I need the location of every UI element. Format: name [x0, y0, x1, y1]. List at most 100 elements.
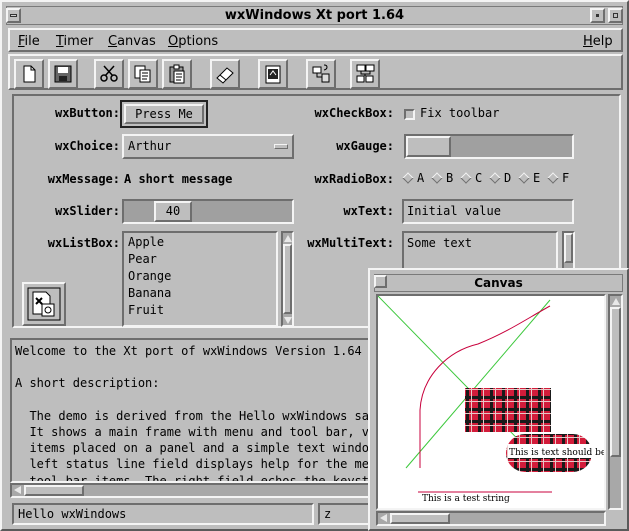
canvas-tartan-rect — [465, 388, 551, 432]
listbox-item[interactable]: Apple — [128, 235, 171, 252]
copy-button[interactable] — [128, 59, 158, 89]
canvas-window: Canvas This is text should be d This — [368, 268, 629, 531]
listbox[interactable]: Apple Pear Orange Banana Fruit — [122, 231, 278, 327]
radio-option-label: D — [504, 171, 512, 185]
maximize-button[interactable] — [608, 8, 623, 23]
scroll-left-icon[interactable] — [14, 486, 21, 494]
eraser-button[interactable] — [210, 59, 240, 89]
listbox-item[interactable]: Orange — [128, 269, 171, 286]
slider[interactable]: 40 — [122, 199, 294, 224]
canvas-title: Canvas — [474, 276, 523, 290]
radio-diamond-icon — [431, 172, 443, 184]
canvas-window-menu-button[interactable] — [374, 275, 387, 288]
help-button[interactable] — [306, 59, 336, 89]
choice-dropdown[interactable]: Arthur — [122, 134, 294, 159]
cut-icon — [100, 65, 118, 82]
eraser-icon — [216, 67, 234, 84]
listbox-items: Apple Pear Orange Banana Fruit — [128, 235, 171, 320]
window-title: wxWindows Xt port 1.64 — [224, 8, 405, 23]
text-window-line: Welcome to the Xt port of wxWindows Vers… — [15, 344, 362, 358]
paste-button[interactable] — [162, 59, 192, 89]
canvas-rounded-text: This is text should be d — [509, 448, 604, 458]
menu-canvas[interactable]: Canvas — [108, 34, 156, 49]
document-fiddle-icon — [27, 287, 61, 321]
save-icon — [54, 65, 72, 83]
checkbox-text: Fix toolbar — [420, 106, 500, 120]
message-label: wxMessage: — [47, 172, 120, 186]
help-icon — [312, 64, 330, 83]
canvas-test-string: This is a test string — [422, 494, 510, 504]
text-input[interactable]: Initial value — [402, 199, 574, 224]
cut-button[interactable] — [94, 59, 124, 89]
message-text: A short message — [124, 172, 233, 186]
hscroll-thumb[interactable] — [24, 485, 84, 496]
menu-timer[interactable]: Timer — [56, 34, 93, 49]
listbox-item[interactable]: Banana — [128, 286, 171, 303]
canvas-hscroll-thumb[interactable] — [390, 513, 450, 524]
listbox-label: wxListBox: — [47, 236, 120, 250]
drawing-canvas[interactable]: This is text should be d This is a test … — [376, 294, 606, 510]
window-menu-button[interactable] — [6, 8, 21, 23]
listbox-item[interactable]: Fruit — [128, 303, 171, 320]
text-window-line: left status line field displays help for… — [15, 457, 377, 472]
window-title-bar[interactable]: wxWindows Xt port 1.64 — [6, 6, 623, 25]
slider-label: wxSlider: — [54, 204, 120, 218]
canvas-scroll-left-icon[interactable] — [380, 514, 387, 522]
fix-toolbar-checkbox[interactable] — [404, 109, 415, 120]
gauge-label: wxGauge: — [336, 139, 394, 153]
status-left: Hello wxWindows — [12, 503, 314, 525]
checkbox-label: wxCheckBox: — [314, 106, 394, 120]
print-icon — [265, 65, 281, 84]
listbox-item[interactable]: Pear — [128, 252, 171, 269]
scroll-down-icon[interactable] — [284, 317, 292, 324]
menu-file[interactable]: File — [18, 34, 40, 49]
press-me-frame: Press Me — [120, 100, 208, 128]
panel-icon-button[interactable] — [22, 282, 66, 326]
button-label: wxButton: — [54, 106, 120, 120]
radio-diamond-icon — [460, 172, 472, 184]
text-window-line: items placed on a panel and a simple tex… — [15, 441, 377, 456]
canvas-vscrollbar[interactable] — [608, 294, 623, 510]
choice-label: wxChoice: — [54, 139, 120, 153]
multitext-value: Some text — [407, 236, 473, 250]
radio-option-label: F — [562, 171, 570, 185]
canvas-title-bar[interactable]: Canvas — [374, 274, 623, 292]
menu-help[interactable]: Help — [583, 34, 613, 49]
radio-diamond-icon — [547, 172, 559, 184]
text-label: wxText: — [343, 204, 394, 218]
radio-diamond-icon — [518, 172, 530, 184]
press-me-button[interactable]: Press Me — [124, 104, 204, 124]
toolbar — [8, 54, 623, 90]
radio-option-label: C — [475, 171, 483, 185]
text-window-line: It shows a main frame with menu and tool… — [15, 425, 377, 439]
network-icon — [356, 64, 375, 83]
text-window-line: A short description: — [15, 376, 160, 391]
new-button[interactable] — [14, 59, 44, 89]
text-window-line: tool bar items. The right field echos th… — [15, 473, 377, 481]
canvas-vscroll-thumb[interactable] — [610, 307, 621, 457]
network-button[interactable] — [350, 59, 380, 89]
text-window-hscrollbar[interactable] — [10, 483, 379, 498]
radio-option-label: B — [446, 171, 454, 185]
save-button[interactable] — [48, 59, 78, 89]
multitext-label: wxMultiText: — [307, 236, 394, 250]
paste-icon — [169, 64, 185, 84]
gauge — [404, 134, 574, 159]
new-file-icon — [23, 65, 36, 83]
radio-diamond-icon — [402, 172, 414, 184]
print-button[interactable] — [258, 59, 288, 89]
canvas-drawing: This is text should be d This is a test … — [378, 296, 604, 504]
slider-thumb[interactable]: 40 — [154, 201, 192, 222]
minimize-button[interactable] — [590, 8, 605, 23]
copy-icon — [134, 65, 151, 83]
text-window[interactable]: Welcome to the Xt port of wxWindows Vers… — [12, 340, 377, 481]
menu-options[interactable]: Options — [168, 34, 218, 49]
radio-option-label: A — [417, 171, 425, 185]
radio-option-label: E — [533, 171, 541, 185]
canvas-hscrollbar[interactable] — [376, 511, 606, 526]
multitext-scroll-thumb[interactable] — [564, 233, 573, 263]
radio-diamond-icon — [489, 172, 501, 184]
canvas-scroll-up-icon[interactable] — [612, 298, 620, 305]
menubar: File Timer Canvas Options Help — [8, 28, 623, 52]
listbox-scroll-thumb[interactable] — [283, 244, 292, 314]
